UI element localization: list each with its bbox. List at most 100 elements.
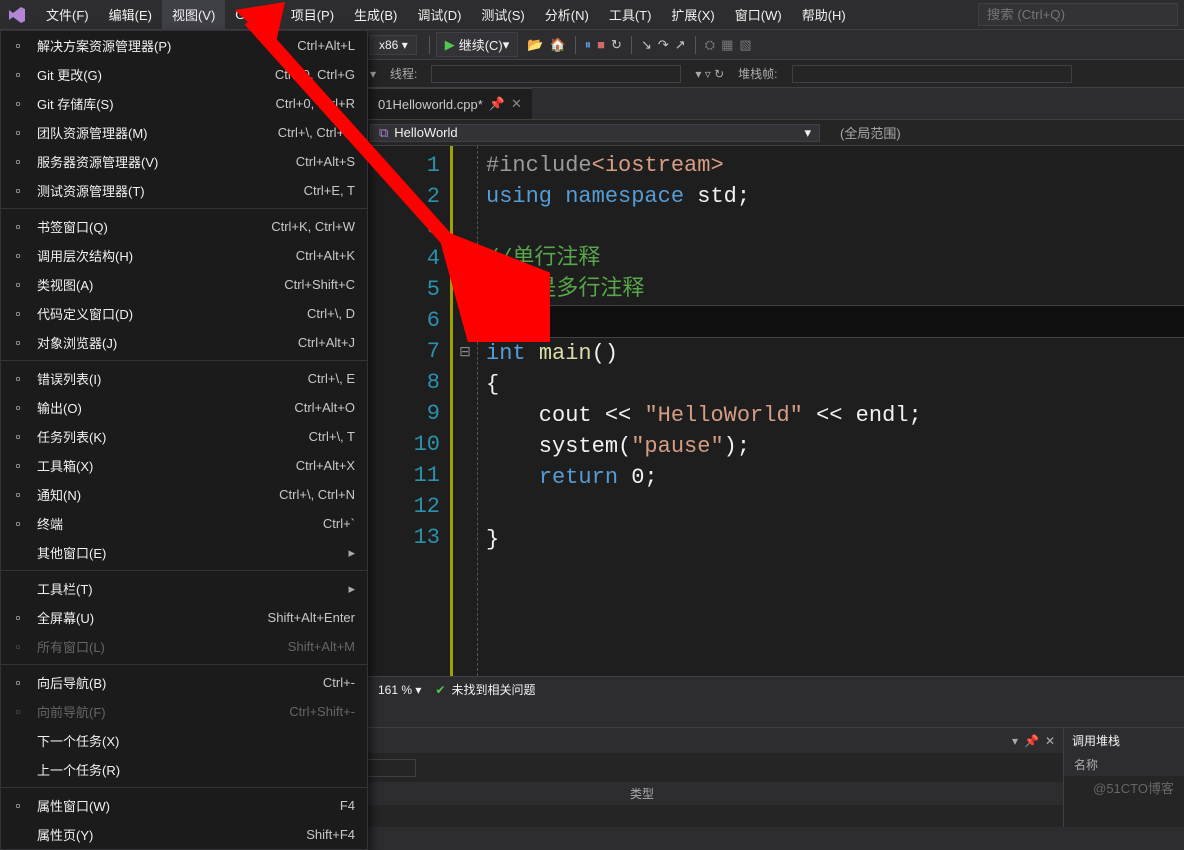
step-out-icon[interactable]: ↗: [675, 37, 686, 53]
continue-button[interactable]: ▶继续(C) ▾: [436, 32, 519, 57]
view-menu-其他窗口(E)[interactable]: 其他窗口(E)▸: [1, 538, 367, 567]
test-icon: ▫: [9, 182, 27, 200]
step-into-icon[interactable]: ↘: [641, 37, 652, 53]
hierarchy-icon: ▫: [9, 247, 27, 265]
back-icon: ▫: [9, 674, 27, 692]
menu-调试D[interactable]: 调试(D): [407, 0, 471, 30]
view-menu-下一个任务(X)[interactable]: 下一个任务(X): [1, 726, 367, 755]
menu-分析N[interactable]: 分析(N): [535, 0, 599, 30]
view-menu-dropdown: ▫解决方案资源管理器(P)Ctrl+Alt+L▫Git 更改(G)Ctrl+0,…: [0, 30, 368, 850]
team-icon: ▫: [9, 124, 27, 142]
view-menu-codedef[interactable]: ▫代码定义窗口(D)Ctrl+\, D: [1, 299, 367, 328]
codedef-icon: ▫: [9, 305, 27, 323]
col-type: 类型: [630, 785, 654, 802]
view-menu-object[interactable]: ▫对象浏览器(J)Ctrl+Alt+J: [1, 328, 367, 357]
col-name: 名称: [1074, 756, 1098, 773]
menu-扩展X[interactable]: 扩展(X): [661, 0, 724, 30]
bell-icon: ▫: [9, 486, 27, 504]
git-icon: ▫: [9, 66, 27, 84]
menu-GitG[interactable]: Git(G): [225, 1, 280, 28]
vs-logo-icon: [6, 4, 28, 26]
class-icon: ▫: [9, 276, 27, 294]
editor-tab-bar: 01Helloworld.cpp* 📌 ✕: [368, 88, 1184, 120]
call-stack-title: 调用堆栈: [1072, 732, 1120, 749]
forward-icon: ▫: [9, 703, 27, 721]
allwin-icon: ▫: [9, 638, 27, 656]
home-icon[interactable]: 🏠: [549, 37, 565, 53]
toolbox-icon: ▫: [9, 457, 27, 475]
task-icon: ▫: [9, 428, 27, 446]
server-icon: ▫: [9, 153, 27, 171]
view-menu-forward: ▫向前导航(F)Ctrl+Shift+-: [1, 697, 367, 726]
view-menu-output[interactable]: ▫输出(O)Ctrl+Alt+O: [1, 393, 367, 422]
view-menu-test[interactable]: ▫测试资源管理器(T)Ctrl+E, T: [1, 176, 367, 205]
view-menu-solution[interactable]: ▫解决方案资源管理器(P)Ctrl+Alt+L: [1, 31, 367, 60]
step-over-icon[interactable]: ↷: [658, 37, 669, 53]
code-editor[interactable]: 12345678910111213 ⊟⊟ #include<iostream>u…: [368, 146, 1184, 676]
menu-帮助H[interactable]: 帮助(H): [792, 0, 856, 30]
open-icon[interactable]: 📂: [527, 37, 543, 53]
tool-icon[interactable]: ▦: [721, 37, 733, 53]
tool-icon[interactable]: ▧: [739, 37, 751, 53]
view-menu-repo[interactable]: ▫Git 存储库(S)Ctrl+0, Ctrl+R: [1, 89, 367, 118]
object-icon: ▫: [9, 334, 27, 352]
stackframe-label: 堆栈帧:: [738, 65, 777, 82]
menu-文件F[interactable]: 文件(F): [36, 0, 99, 30]
output-icon: ▫: [9, 399, 27, 417]
restart-icon[interactable]: ↻: [611, 37, 622, 53]
error-icon: ▫: [9, 370, 27, 388]
zoom-level[interactable]: 161 % ▾: [378, 683, 421, 697]
issues-text: 未找到相关问题: [451, 681, 535, 698]
view-menu-hierarchy[interactable]: ▫调用层次结构(H)Ctrl+Alt+K: [1, 241, 367, 270]
menu-项目P[interactable]: 项目(P): [281, 0, 344, 30]
editor-status-bar: 161 % ▾ ✔ 未找到相关问题: [368, 676, 1184, 702]
pause-icon[interactable]: ⏸: [585, 37, 592, 53]
menu-生成B[interactable]: 生成(B): [344, 0, 407, 30]
wrench-icon: ▫: [9, 797, 27, 815]
view-menu-terminal[interactable]: ▫终端Ctrl+`: [1, 509, 367, 538]
bookmark-icon: ▫: [9, 218, 27, 236]
tool-icon[interactable]: ⛭: [705, 37, 715, 53]
pin-icon[interactable]: 📌: [1024, 734, 1039, 748]
view-menu-allwin: ▫所有窗口(L)Shift+Alt+M: [1, 632, 367, 661]
view-menu-git[interactable]: ▫Git 更改(G)Ctrl+0, Ctrl+G: [1, 60, 367, 89]
close-icon[interactable]: ✕: [1045, 734, 1055, 748]
menu-视图V[interactable]: 视图(V): [162, 0, 225, 30]
view-menu-class[interactable]: ▫类视图(A)Ctrl+Shift+C: [1, 270, 367, 299]
view-menu-bookmark[interactable]: ▫书签窗口(Q)Ctrl+K, Ctrl+W: [1, 212, 367, 241]
view-menu-工具栏(T)[interactable]: 工具栏(T)▸: [1, 574, 367, 603]
menu-工具T[interactable]: 工具(T): [599, 0, 662, 30]
view-menu-fullscreen[interactable]: ▫全屏幕(U)Shift+Alt+Enter: [1, 603, 367, 632]
view-menu-toolbox[interactable]: ▫工具箱(X)Ctrl+Alt+X: [1, 451, 367, 480]
view-menu-bell[interactable]: ▫通知(N)Ctrl+\, Ctrl+N: [1, 480, 367, 509]
scope-project-select[interactable]: ⧉ HelloWorld ▾: [370, 124, 820, 142]
solution-icon: ▫: [9, 37, 27, 55]
menu-测试S[interactable]: 测试(S): [471, 0, 534, 30]
view-menu-task[interactable]: ▫任务列表(K)Ctrl+\, T: [1, 422, 367, 451]
view-menu-back[interactable]: ▫向后导航(B)Ctrl+-: [1, 668, 367, 697]
view-menu-team[interactable]: ▫团队资源管理器(M)Ctrl+\, Ctrl+M: [1, 118, 367, 147]
view-menu-error[interactable]: ▫错误列表(I)Ctrl+\, E: [1, 364, 367, 393]
status-ok-icon: ✔: [435, 683, 445, 697]
view-menu-上一个任务(R)[interactable]: 上一个任务(R): [1, 755, 367, 784]
view-menu-属性页(Y)[interactable]: 属性页(Y)Shift+F4: [1, 820, 367, 849]
menu-窗口W[interactable]: 窗口(W): [725, 0, 792, 30]
menu-bar: 文件(F)编辑(E)视图(V)Git(G)项目(P)生成(B)调试(D)测试(S…: [0, 0, 1184, 30]
dropdown-icon[interactable]: ▾: [1012, 734, 1018, 748]
thread-label: 线程:: [390, 65, 417, 82]
pin-icon[interactable]: 📌: [489, 96, 505, 112]
editor-area: 01Helloworld.cpp* 📌 ✕ ⧉ HelloWorld ▾ (全局…: [368, 88, 1184, 702]
fullscreen-icon: ▫: [9, 609, 27, 627]
stop-icon[interactable]: ■: [597, 37, 605, 52]
view-menu-server[interactable]: ▫服务器资源管理器(V)Ctrl+Alt+S: [1, 147, 367, 176]
menu-编辑E[interactable]: 编辑(E): [99, 0, 162, 30]
close-icon[interactable]: ✕: [511, 96, 522, 112]
watermark-text: @51CTO博客: [1093, 778, 1174, 797]
platform-select[interactable]: x86 ▾: [370, 35, 417, 55]
editor-tab[interactable]: 01Helloworld.cpp* 📌 ✕: [368, 88, 532, 119]
terminal-icon: ▫: [9, 515, 27, 533]
view-menu-wrench[interactable]: ▫属性窗口(W)F4: [1, 791, 367, 820]
global-search-input[interactable]: [978, 3, 1178, 26]
scope-symbol-select[interactable]: (全局范围): [822, 123, 919, 142]
scope-bar: ⧉ HelloWorld ▾ (全局范围): [368, 120, 1184, 146]
